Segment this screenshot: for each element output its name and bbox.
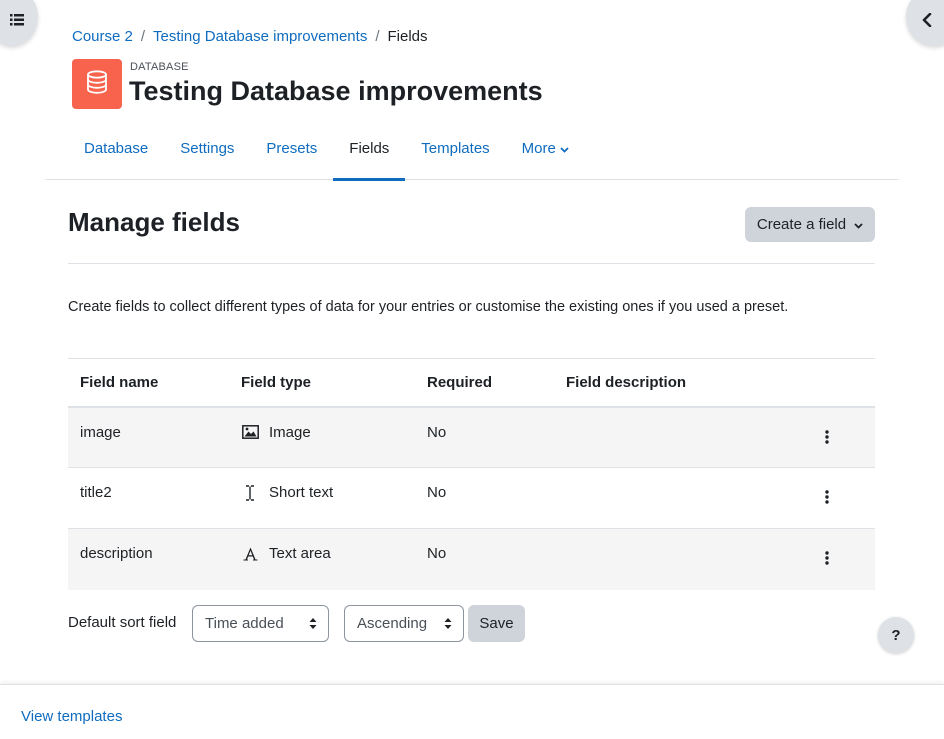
divider <box>68 263 875 264</box>
activity-type-label: DATABASE <box>130 61 189 73</box>
tab-presets[interactable]: Presets <box>250 130 333 180</box>
chevron-down-icon <box>854 216 863 233</box>
save-button[interactable]: Save <box>468 605 525 642</box>
sort-field-value: Time added <box>205 615 284 632</box>
help-button[interactable]: ? <box>878 617 914 653</box>
database-icon <box>86 70 108 98</box>
column-header-field-description: Field description <box>554 358 778 408</box>
field-type-cell: Image <box>229 406 415 468</box>
sort-direction-select[interactable]: Ascending <box>344 605 464 642</box>
sort-direction-value: Ascending <box>357 615 428 632</box>
tab-fields[interactable]: Fields <box>333 130 406 181</box>
open-course-index-button[interactable] <box>0 0 38 46</box>
field-type-cell: Text area <box>229 528 415 590</box>
text-cursor-icon <box>241 484 259 501</box>
section-heading: Manage fields <box>68 207 240 237</box>
sort-field-select[interactable]: Time added <box>192 605 329 642</box>
table-row: image Image No <box>68 406 875 468</box>
row-actions-menu[interactable] <box>790 484 863 508</box>
font-icon <box>241 547 259 561</box>
breadcrumb-course[interactable]: Course 2 <box>72 28 133 45</box>
breadcrumb-separator: / <box>375 28 380 45</box>
chevron-left-icon <box>922 3 944 31</box>
secondary-navigation: Database Settings Presets Fields Templat… <box>45 130 899 181</box>
column-header-field-type: Field type <box>229 358 415 408</box>
description-cell <box>554 467 778 529</box>
required-cell: No <box>415 528 554 590</box>
description-cell <box>554 528 778 590</box>
table-row: title2 Short text No <box>68 467 875 529</box>
tab-more[interactable]: More <box>506 130 585 180</box>
tab-templates[interactable]: Templates <box>405 130 505 180</box>
row-actions-menu[interactable] <box>790 545 863 569</box>
row-actions-menu[interactable] <box>790 424 863 448</box>
field-name-cell: description <box>68 528 229 590</box>
field-type-label: Text area <box>269 545 331 562</box>
description-cell <box>554 406 778 468</box>
tab-more-label: More <box>521 140 556 157</box>
field-name-cell: title2 <box>68 467 229 529</box>
view-templates-link[interactable]: View templates <box>21 708 122 725</box>
required-cell: No <box>415 406 554 468</box>
column-header-required: Required <box>415 358 554 408</box>
column-header-field-name: Field name <box>68 358 229 408</box>
column-header-actions <box>778 358 875 408</box>
fields-table: Field name Field type Required Field des… <box>68 358 875 590</box>
create-field-label: Create a field <box>756 216 847 233</box>
field-name-cell: image <box>68 406 229 468</box>
page-title: Testing Database improvements <box>129 76 543 106</box>
intro-text: Create fields to collect different types… <box>68 299 789 315</box>
list-icon <box>0 4 24 30</box>
breadcrumb-separator: / <box>140 28 146 45</box>
sticky-footer: View templates <box>0 684 944 739</box>
field-type-label: Image <box>269 423 311 441</box>
select-arrows-icon <box>444 617 452 634</box>
kebab-icon <box>824 490 829 508</box>
create-field-button[interactable]: Create a field <box>745 207 875 242</box>
image-icon <box>241 425 259 439</box>
select-arrows-icon <box>309 617 317 634</box>
breadcrumb-current: Fields <box>387 28 428 45</box>
open-block-drawer-button[interactable] <box>906 0 944 46</box>
required-cell: No <box>415 467 554 529</box>
kebab-icon <box>824 551 829 569</box>
default-sort-label: Default sort field <box>68 614 177 631</box>
breadcrumb: Course 2 / Testing Database improvements… <box>72 28 428 45</box>
chevron-down-icon <box>560 140 569 157</box>
breadcrumb-activity[interactable]: Testing Database improvements <box>153 28 367 45</box>
kebab-icon <box>824 429 829 448</box>
tab-settings[interactable]: Settings <box>164 130 250 180</box>
field-type-cell: Short text <box>229 467 415 529</box>
table-row: description Text area No <box>68 528 875 590</box>
activity-icon <box>72 59 122 109</box>
tab-database[interactable]: Database <box>68 130 164 180</box>
field-type-label: Short text <box>269 484 334 501</box>
